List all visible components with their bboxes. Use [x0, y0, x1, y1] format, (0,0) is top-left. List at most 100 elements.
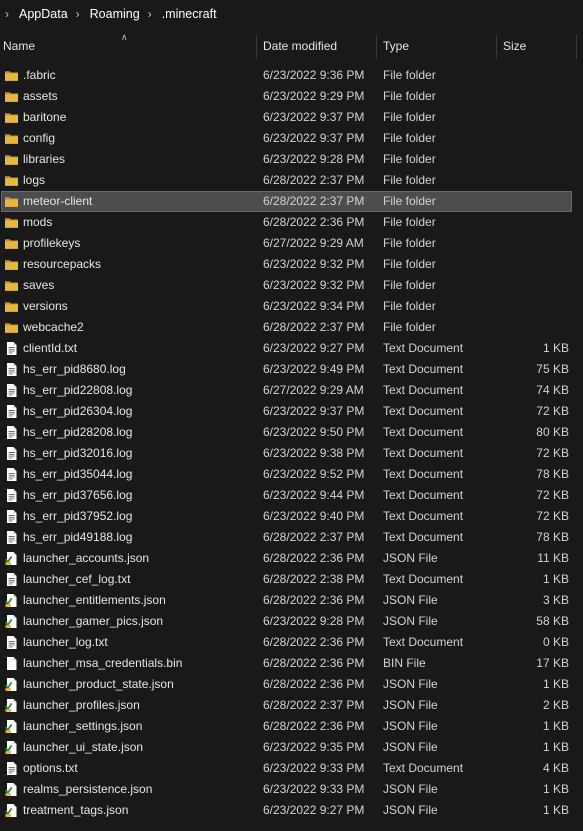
column-divider[interactable] — [256, 35, 257, 59]
file-row[interactable]: launcher_log.txt 6/28/2022 2:36 PM Text Do… — [0, 632, 583, 653]
file-row[interactable]: logs 6/28/2022 2:37 PM File folder — [0, 170, 583, 191]
text-document-icon — [4, 341, 19, 356]
column-header-row: ∧ Name Date modified Type Size — [0, 32, 583, 60]
file-type: JSON File — [383, 719, 438, 733]
column-header-type[interactable]: Type — [383, 32, 493, 60]
file-row[interactable]: hs_err_pid32016.log 6/23/2022 9:38 PM Text… — [0, 443, 583, 464]
file-row[interactable]: config 6/23/2022 9:37 PM File folder — [0, 128, 583, 149]
file-type: File folder — [383, 194, 436, 208]
file-row[interactable]: options.txt 6/23/2022 9:33 PM Text Documen… — [0, 758, 583, 779]
file-row[interactable]: launcher_msa_credentials.bin 6/28/2022 2:… — [0, 653, 583, 674]
file-row[interactable]: webcache2 6/28/2022 2:37 PM File folder — [0, 317, 583, 338]
bin-file-icon — [4, 656, 19, 671]
file-type: JSON File — [383, 593, 438, 607]
file-date-modified: 6/28/2022 2:37 PM — [263, 698, 365, 712]
file-row[interactable]: baritone 6/23/2022 9:37 PM File folder — [0, 107, 583, 128]
file-date-modified: 6/28/2022 2:36 PM — [263, 656, 365, 670]
file-type: File folder — [383, 173, 436, 187]
file-type: Text Document — [383, 488, 464, 502]
column-header-name[interactable]: Name — [3, 32, 253, 60]
file-type: Text Document — [383, 341, 464, 355]
json-file-icon — [4, 551, 19, 566]
file-size — [500, 191, 569, 212]
file-row[interactable]: versions 6/23/2022 9:34 PM File folder — [0, 296, 583, 317]
file-date-modified: 6/23/2022 9:37 PM — [263, 131, 365, 145]
breadcrumb-item-appdata[interactable]: AppData — [17, 5, 70, 23]
file-date-modified: 6/28/2022 2:37 PM — [263, 530, 365, 544]
file-size — [500, 254, 569, 275]
breadcrumb-item-minecraft[interactable]: .minecraft — [160, 5, 219, 23]
folder-icon — [4, 173, 19, 188]
file-row[interactable]: .fabric 6/23/2022 9:36 PM File folder — [0, 65, 583, 86]
chevron-right-icon[interactable]: › — [76, 8, 80, 20]
text-document-icon — [4, 467, 19, 482]
file-name: hs_err_pid28208.log — [23, 425, 133, 439]
file-row[interactable]: launcher_gamer_pics.json 6/23/2022 9:28 P… — [0, 611, 583, 632]
folder-icon — [4, 152, 19, 167]
file-size: 1 KB — [542, 341, 569, 355]
file-type: File folder — [383, 299, 436, 313]
file-name: assets — [23, 89, 58, 103]
file-name: launcher_profiles.json — [23, 698, 140, 712]
file-row[interactable]: hs_err_pid28208.log 6/23/2022 9:50 PM Text… — [0, 422, 583, 443]
file-size: 78 KB — [536, 467, 569, 481]
file-row[interactable]: launcher_accounts.json 6/28/2022 2:36 PM J… — [0, 548, 583, 569]
file-date-modified: 6/28/2022 2:36 PM — [263, 551, 365, 565]
file-row[interactable]: launcher_profiles.json 6/28/2022 2:37 PM J… — [0, 695, 583, 716]
file-row[interactable]: treatment_tags.json 6/23/2022 9:27 PM JSON… — [0, 800, 583, 821]
file-size: 72 KB — [536, 404, 569, 418]
file-size — [500, 170, 569, 191]
file-row[interactable]: hs_err_pid37952.log 6/23/2022 9:40 PM Text… — [0, 506, 583, 527]
file-row[interactable]: launcher_settings.json 6/28/2022 2:36 PM J… — [0, 716, 583, 737]
chevron-right-icon[interactable]: › — [148, 8, 152, 20]
file-row[interactable]: launcher_cef_log.txt 6/28/2022 2:38 PM Tex… — [0, 569, 583, 590]
file-name: mods — [23, 215, 53, 229]
file-row[interactable]: launcher_product_state.json 6/28/2022 2:3… — [0, 674, 583, 695]
file-size — [500, 107, 569, 128]
text-document-icon — [4, 635, 19, 650]
file-row[interactable]: hs_err_pid35044.log 6/23/2022 9:52 PM Text… — [0, 464, 583, 485]
breadcrumb: › AppData › Roaming › .minecraft — [0, 0, 583, 27]
file-type: File folder — [383, 89, 436, 103]
file-row[interactable]: hs_err_pid37656.log 6/23/2022 9:44 PM Text… — [0, 485, 583, 506]
folder-icon — [4, 194, 19, 209]
file-row[interactable]: launcher_ui_state.json 6/23/2022 9:35 PM J… — [0, 737, 583, 758]
column-header-size[interactable]: Size — [503, 32, 573, 60]
folder-icon — [4, 320, 19, 335]
file-row[interactable]: resourcepacks 6/23/2022 9:32 PM File folde… — [0, 254, 583, 275]
file-date-modified: 6/28/2022 2:36 PM — [263, 593, 365, 607]
file-type: File folder — [383, 68, 436, 82]
file-row[interactable]: saves 6/23/2022 9:32 PM File folder — [0, 275, 583, 296]
file-row[interactable]: hs_err_pid8680.log 6/23/2022 9:49 PM Text … — [0, 359, 583, 380]
file-row[interactable]: realms_persistence.json 6/23/2022 9:33 PM… — [0, 779, 583, 800]
column-header-date-modified[interactable]: Date modified — [263, 32, 373, 60]
file-size: 0 KB — [542, 635, 569, 649]
file-size — [500, 296, 569, 317]
column-divider[interactable] — [496, 35, 497, 59]
file-row[interactable]: mods 6/28/2022 2:36 PM File folder — [0, 212, 583, 233]
file-size: 75 KB — [536, 362, 569, 376]
folder-icon — [4, 215, 19, 230]
file-row[interactable]: hs_err_pid22808.log 6/27/2022 9:29 AM Text… — [0, 380, 583, 401]
file-type: File folder — [383, 110, 436, 124]
file-size: 72 KB — [536, 488, 569, 502]
file-row[interactable]: hs_err_pid49188.log 6/28/2022 2:37 PM Text… — [0, 527, 583, 548]
file-row[interactable]: launcher_entitlements.json 6/28/2022 2:36… — [0, 590, 583, 611]
file-name: options.txt — [23, 761, 78, 775]
file-row[interactable]: clientId.txt 6/23/2022 9:27 PM Text Docume… — [0, 338, 583, 359]
column-divider[interactable] — [376, 35, 377, 59]
file-row[interactable]: libraries 6/23/2022 9:28 PM File folder — [0, 149, 583, 170]
file-type: File folder — [383, 257, 436, 271]
json-file-icon — [4, 782, 19, 797]
file-row[interactable]: profilekeys 6/27/2022 9:29 AM File folder — [0, 233, 583, 254]
file-name: libraries — [23, 152, 66, 166]
file-row[interactable]: hs_err_pid26304.log 6/23/2022 9:37 PM Text… — [0, 401, 583, 422]
file-row[interactable]: assets 6/23/2022 9:29 PM File folder — [0, 86, 583, 107]
file-date-modified: 6/23/2022 9:37 PM — [263, 110, 365, 124]
file-type: Text Document — [383, 572, 464, 586]
column-divider[interactable] — [576, 35, 577, 59]
file-size: 78 KB — [536, 530, 569, 544]
file-row-selected[interactable]: meteor-client 6/28/2022 2:37 PM File folde… — [0, 191, 583, 212]
breadcrumb-item-roaming[interactable]: Roaming — [88, 5, 142, 23]
chevron-right-icon[interactable]: › — [5, 8, 9, 20]
